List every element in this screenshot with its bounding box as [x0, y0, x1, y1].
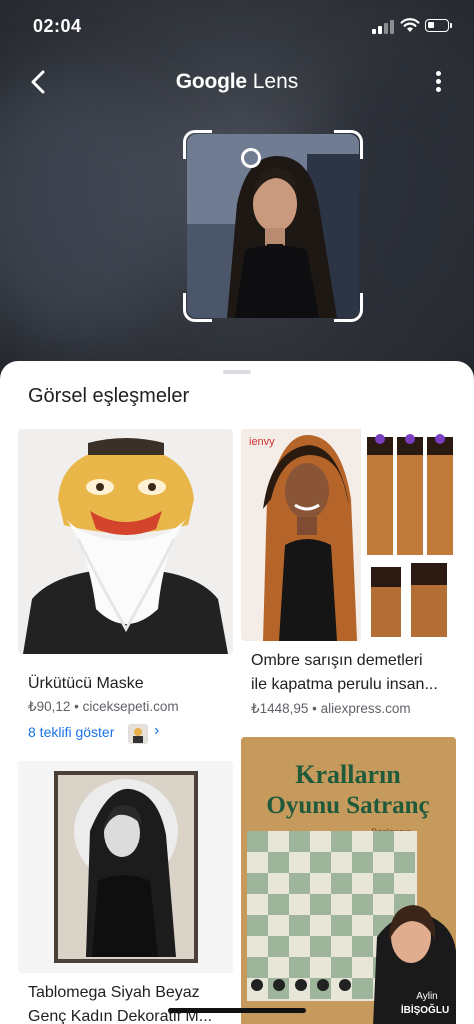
- book-title-line2: Oyunu Satranç: [266, 792, 429, 819]
- status-bar: 02:04: [0, 0, 474, 52]
- home-indicator[interactable]: [168, 1008, 306, 1013]
- result-card[interactable]: Ürkütücü Maske ₺90,12 • ciceksepeti.com …: [18, 429, 233, 749]
- result-image: ienvy: [241, 429, 456, 641]
- book-title-line1: Kralların: [295, 760, 401, 789]
- book-author-last: İBİŞOĞLU: [401, 1003, 449, 1016]
- background-blur: [0, 80, 180, 340]
- title-lens: Lens: [252, 70, 299, 93]
- app-bar: Google Lens: [0, 58, 474, 108]
- title-google: Google: [175, 70, 247, 93]
- crop-corner[interactable]: [334, 130, 363, 159]
- mask-photo: [18, 429, 233, 654]
- result-image: Kralların Oyunu Satranç Başlangıç: [241, 737, 456, 1024]
- result-price-source: ₺1448,95 • aliexpress.com: [251, 701, 411, 716]
- crop-corner[interactable]: [183, 130, 212, 159]
- book-author-first: Aylin: [416, 991, 438, 1002]
- sheet-title: Görsel eşleşmeler: [28, 385, 190, 407]
- result-card[interactable]: ienvy Ombre sarışın demetleri ile kapatm…: [241, 429, 456, 729]
- status-time: 02:04: [33, 16, 82, 36]
- brand-logo-text: ienvy: [249, 436, 275, 448]
- lens-selection-box[interactable]: [183, 130, 363, 322]
- result-title-line1: Ombre sarışın demetleri: [251, 652, 423, 669]
- show-offers-link[interactable]: 8 teklifi göster: [28, 724, 114, 740]
- result-card[interactable]: Kralların Oyunu Satranç Başlangıç: [241, 737, 456, 1024]
- wifi-icon: [400, 18, 420, 32]
- drag-handle[interactable]: [223, 370, 251, 374]
- offer-thumbnail: [128, 724, 148, 744]
- portrait-photo: [18, 761, 233, 973]
- more-options-icon[interactable]: [428, 68, 448, 98]
- selected-image: [187, 134, 359, 318]
- results-sheet[interactable]: Görsel eşleşmeler Ürkütücü Maske ₺90,12 …: [0, 361, 474, 1024]
- chevron-right-icon[interactable]: ›: [154, 722, 159, 740]
- result-card[interactable]: Tablomega Siyah Beyaz Genç Kadın Dekorat…: [18, 761, 233, 1024]
- crop-corner[interactable]: [334, 293, 363, 322]
- person-photo: [187, 134, 359, 318]
- cellular-signal-icon: [372, 20, 394, 34]
- object-select-dot[interactable]: [241, 148, 261, 168]
- result-price-source: ₺90,12 • ciceksepeti.com: [28, 699, 179, 714]
- result-title-line2: ile kapatma perulu insan...: [251, 676, 438, 693]
- result-title: Ürkütücü Maske: [28, 675, 144, 692]
- battery-icon: [425, 19, 452, 32]
- crop-corner[interactable]: [183, 293, 212, 322]
- book-cover: Kralların Oyunu Satranç Başlangıç: [241, 737, 456, 1024]
- page-title: Google Lens: [0, 70, 474, 94]
- hair-photo: ienvy: [241, 429, 456, 641]
- result-image: [18, 429, 233, 654]
- result-image: [18, 761, 233, 973]
- result-title-line1: Tablomega Siyah Beyaz: [28, 984, 200, 1001]
